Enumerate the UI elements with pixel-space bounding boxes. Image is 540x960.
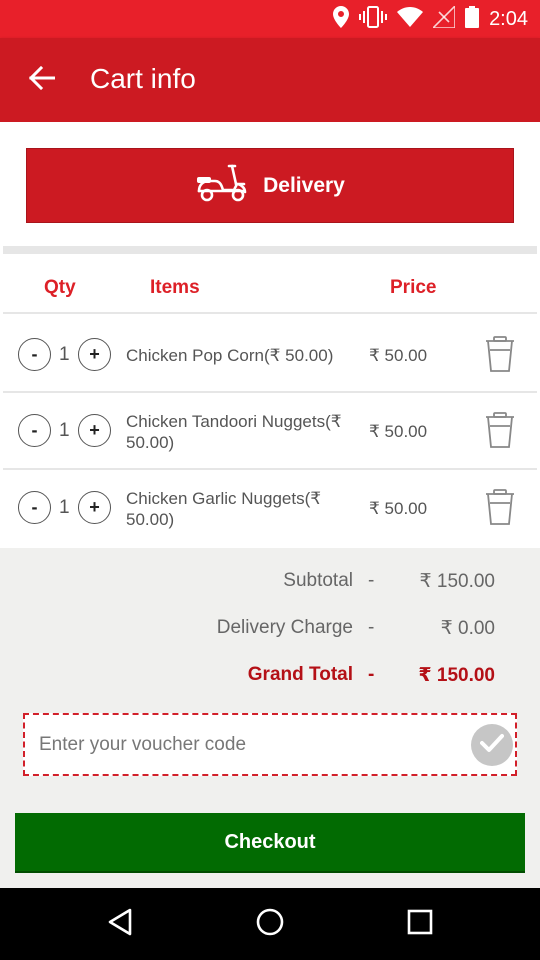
decrease-qty-button[interactable]: -	[18, 338, 51, 371]
trash-icon	[485, 412, 515, 452]
status-icons: 2:04	[333, 3, 528, 33]
nav-back-button[interactable]	[100, 904, 140, 944]
voucher-box	[23, 713, 517, 776]
apply-voucher-button[interactable]	[471, 724, 513, 766]
grand-total-label: Grand Total	[247, 664, 353, 685]
subtotal-label: Subtotal	[283, 570, 353, 591]
check-icon	[480, 733, 504, 758]
grand-total-row: Grand Total - ₹ 150.00	[0, 664, 540, 694]
nav-home-button[interactable]	[250, 904, 290, 944]
page-title: Cart info	[90, 63, 196, 94]
status-bar: 2:04	[0, 0, 540, 38]
qty-value: 1	[59, 497, 70, 518]
square-recents-icon	[407, 909, 433, 940]
item-name: Chicken Tandoori Nuggets(₹ 50.00)	[126, 412, 342, 452]
system-nav-bar	[0, 888, 540, 960]
trash-icon	[485, 336, 515, 376]
status-time: 2:04	[489, 7, 528, 30]
increase-qty-button[interactable]: +	[78, 414, 111, 447]
voucher-input[interactable]	[39, 727, 459, 763]
scooter-icon	[195, 163, 249, 208]
item-price: ₹ 50.00	[369, 422, 428, 441]
row-divider	[3, 312, 537, 314]
trash-icon	[485, 489, 515, 529]
delivery-charge-value: ₹ 0.00	[440, 618, 495, 639]
delete-item-button[interactable]	[485, 336, 515, 372]
cart-item-row: - 1 + Chicken Pop Corn(₹ 50.00) ₹ 50.00	[0, 316, 540, 392]
grand-total-value: ₹ 150.00	[418, 665, 495, 686]
item-name: Chicken Pop Corn(₹ 50.00)	[126, 346, 334, 365]
delivery-charge-row: Delivery Charge - ₹ 0.00	[0, 617, 540, 647]
vibrate-icon	[359, 5, 388, 33]
header-qty: Qty	[44, 277, 76, 298]
delete-item-button[interactable]	[485, 489, 515, 525]
header-items: Items	[150, 277, 200, 298]
decrease-qty-button[interactable]: -	[18, 414, 51, 447]
qty-value: 1	[59, 420, 70, 441]
back-button[interactable]	[22, 60, 62, 100]
separator: -	[368, 664, 375, 685]
separator: -	[368, 617, 375, 638]
delivery-label: Delivery	[263, 173, 345, 197]
delivery-button[interactable]: Delivery	[26, 148, 514, 223]
delivery-charge-label: Delivery Charge	[216, 617, 353, 638]
delete-item-button[interactable]	[485, 412, 515, 448]
arrow-left-icon	[28, 65, 56, 95]
signal-icon	[431, 3, 456, 33]
triangle-back-icon	[107, 908, 133, 941]
header-price: Price	[390, 277, 437, 298]
nav-recents-button[interactable]	[400, 904, 440, 944]
circle-home-icon	[256, 908, 284, 941]
section-divider	[3, 246, 537, 254]
location-icon	[333, 5, 350, 33]
decrease-qty-button[interactable]: -	[18, 491, 51, 524]
item-price: ₹ 50.00	[369, 346, 428, 365]
qty-value: 1	[59, 344, 70, 365]
app-bar: Cart info	[0, 38, 540, 122]
increase-qty-button[interactable]: +	[78, 491, 111, 524]
cart-item-row: - 1 + Chicken Garlic Nuggets(₹ 50.00) ₹ …	[0, 470, 540, 546]
item-name: Chicken Garlic Nuggets(₹ 50.00)	[126, 489, 322, 529]
wifi-icon	[397, 6, 424, 32]
cart-item-row: - 1 + Chicken Tandoori Nuggets(₹ 50.00) …	[0, 393, 540, 469]
subtotal-row: Subtotal - ₹ 150.00	[0, 570, 540, 600]
subtotal-value: ₹ 150.00	[419, 571, 495, 592]
checkout-button[interactable]: Checkout	[15, 813, 525, 873]
item-price: ₹ 50.00	[369, 499, 428, 518]
increase-qty-button[interactable]: +	[78, 338, 111, 371]
table-header: Qty Items Price	[0, 270, 540, 306]
battery-icon	[465, 5, 480, 33]
separator: -	[368, 570, 375, 591]
